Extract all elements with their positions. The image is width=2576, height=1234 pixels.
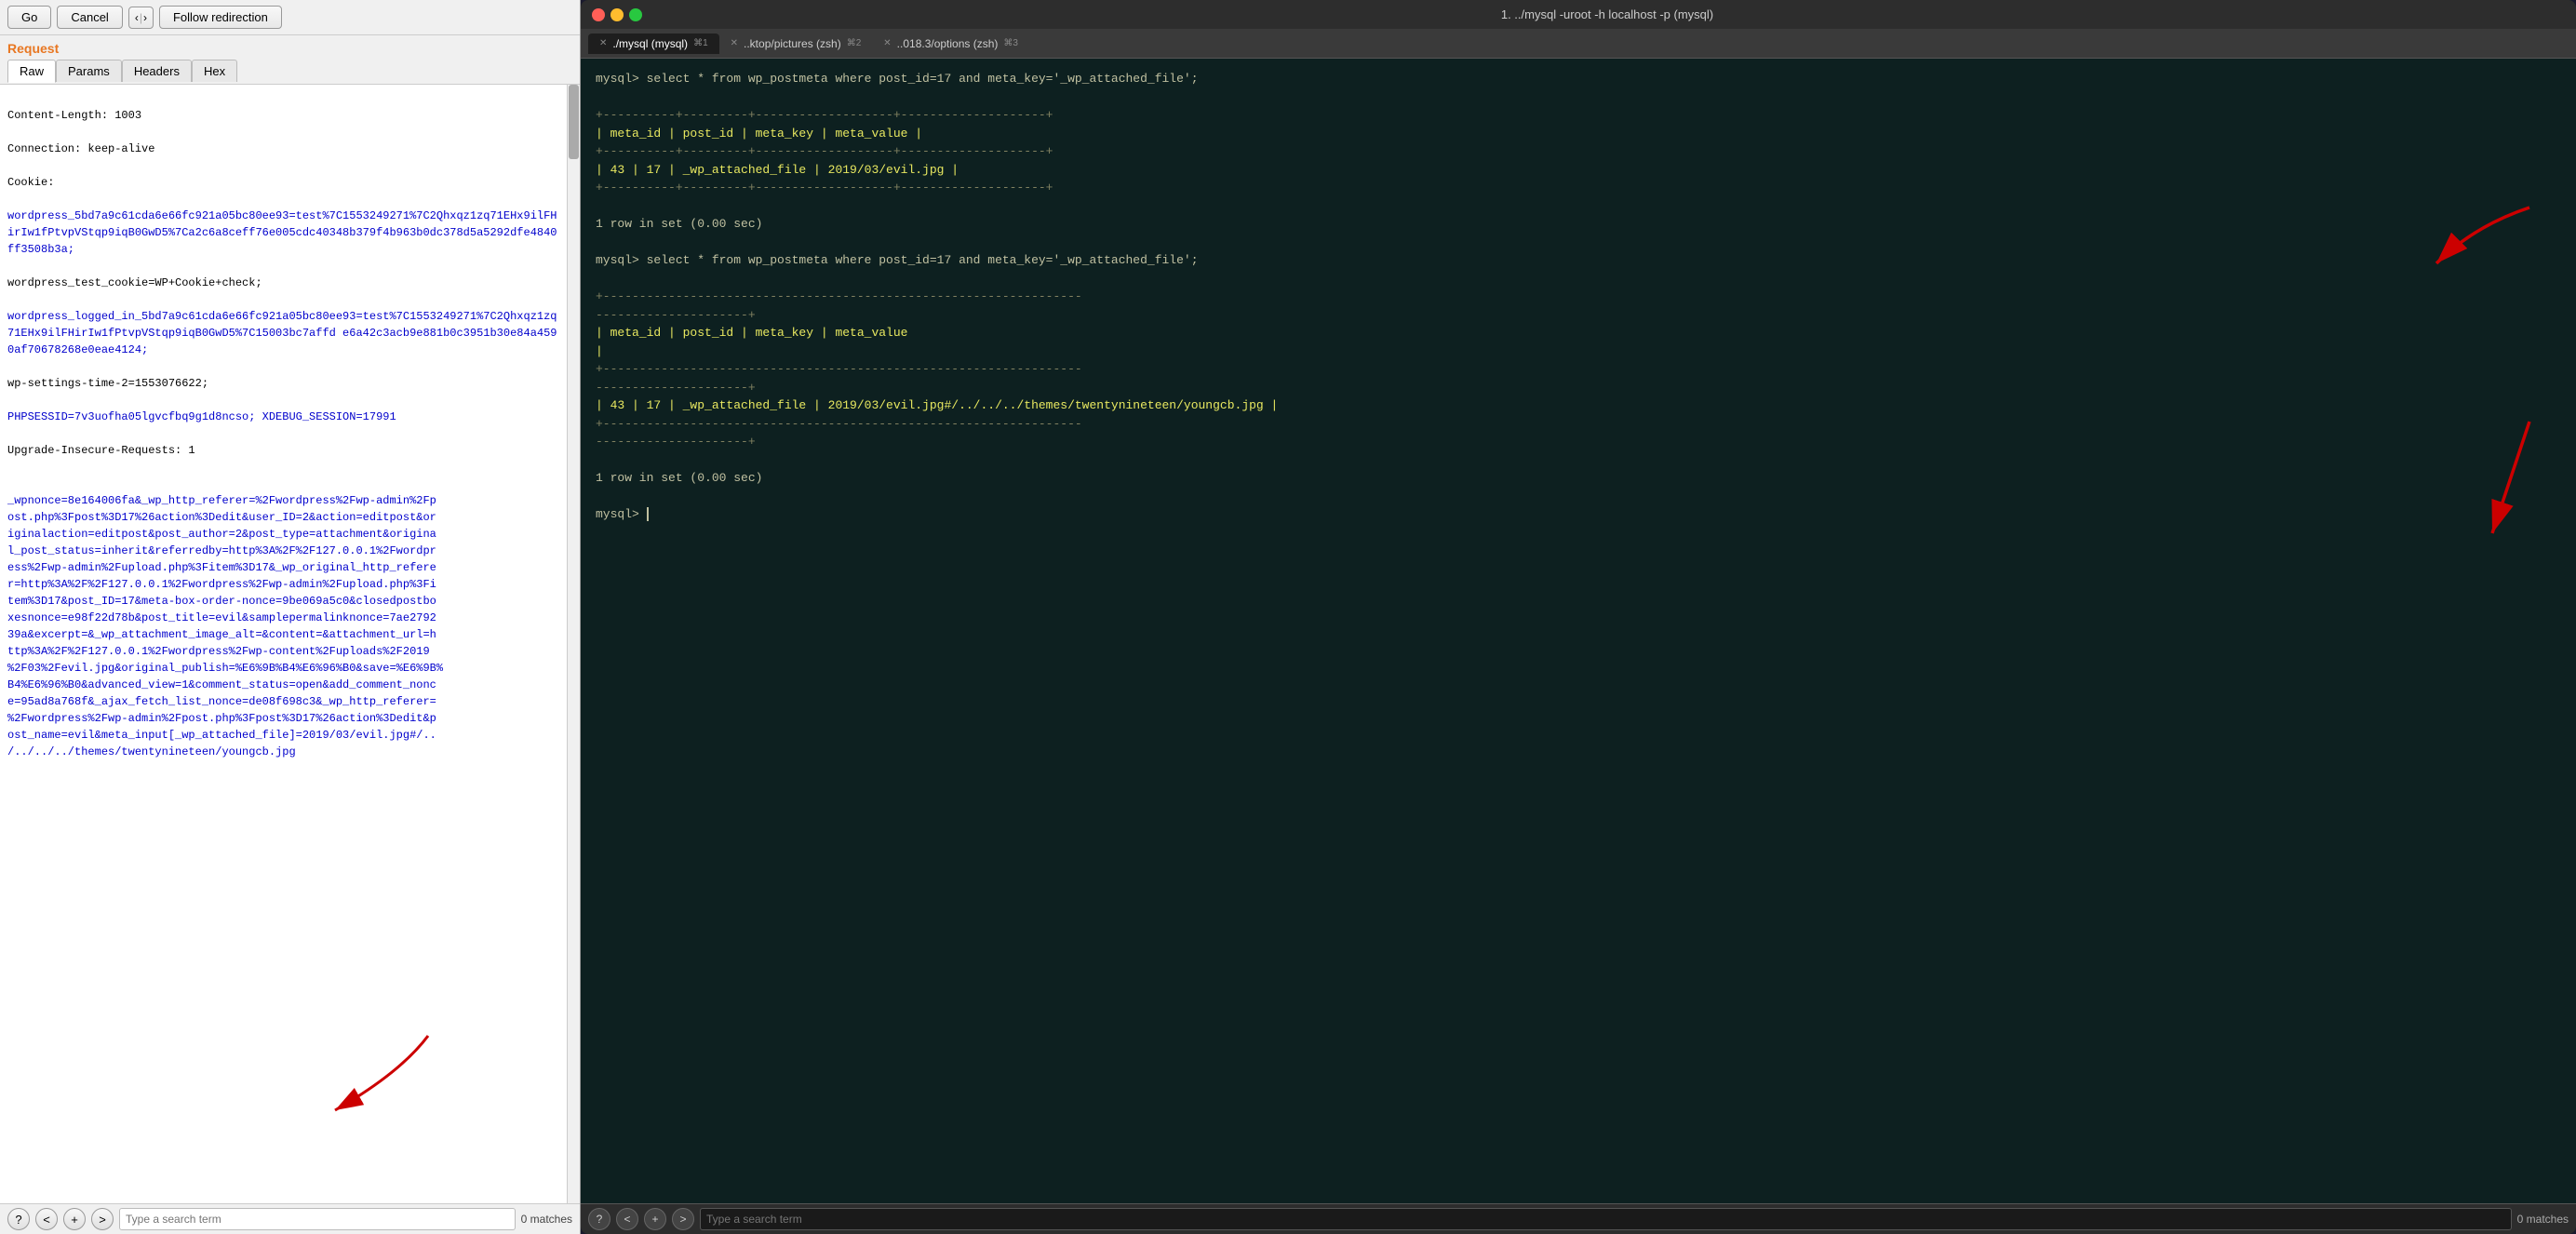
term-blank-2 (596, 197, 2561, 216)
maximize-button-terminal[interactable] (629, 8, 642, 21)
traffic-lights (592, 8, 642, 21)
tab-close-mysql[interactable]: ✕ (599, 38, 607, 48)
term-header-2a: | meta_id | post_id | meta_key | meta_va… (596, 324, 2561, 342)
terminal-titlebar: 1. ../mysql -uroot -h localhost -p (mysq… (581, 0, 2576, 29)
term-sep-2: +----------+---------+------------------… (596, 142, 2561, 161)
search-input-left[interactable] (119, 1208, 516, 1230)
terminal-window: 1. ../mysql -uroot -h localhost -p (mysq… (581, 0, 2576, 1234)
matches-label-right: 0 matches (2517, 1213, 2569, 1226)
term-blank-5 (596, 451, 2561, 470)
term-row-count-1: 1 row in set (0.00 sec) (596, 215, 2561, 234)
help-button-right[interactable]: ? (588, 1208, 610, 1230)
term-tab-options[interactable]: ✕ ..018.3/options (zsh) ⌘3 (872, 34, 1029, 54)
matches-label-left: 0 matches (521, 1213, 572, 1226)
term-line-1: mysql> select * from wp_postmeta where p… (596, 70, 2561, 88)
next-button-left[interactable]: > (91, 1208, 114, 1230)
term-sep-9: ---------------------+ (596, 433, 2561, 451)
term-sep-3: +----------+---------+------------------… (596, 179, 2561, 197)
header-content-length: Content-Length: 1003 (7, 109, 141, 122)
term-sep-4: +---------------------------------------… (596, 288, 2561, 306)
term-line-2: mysql> select * from wp_postmeta where p… (596, 251, 2561, 270)
add-button-left[interactable]: + (63, 1208, 86, 1230)
tab-params[interactable]: Params (56, 60, 122, 82)
term-tab-mysql[interactable]: ✕ ./mysql (mysql) ⌘1 (588, 34, 719, 54)
tab-close-pictures[interactable]: ✕ (731, 38, 738, 48)
prev-button-left[interactable]: < (35, 1208, 58, 1230)
term-header-2b: | (596, 342, 2561, 361)
request-content-area: Content-Length: 1003 Connection: keep-al… (0, 85, 580, 1203)
term-tab-pictures-label: ..ktop/pictures (zsh) (744, 37, 841, 50)
left-panel: Go Cancel ‹ | › Follow redirection Reque… (0, 0, 581, 1234)
term-tab-pictures-key: ⌘2 (847, 38, 862, 48)
tab-hex[interactable]: Hex (192, 60, 237, 82)
term-line-blank-1 (596, 88, 2561, 107)
scrollbar-thumb (569, 85, 579, 159)
next-button-right[interactable]: > (672, 1208, 694, 1230)
header-cookie-label: Cookie: (7, 176, 54, 189)
term-sep-8: +---------------------------------------… (596, 415, 2561, 434)
term-sep-5: ---------------------+ (596, 306, 2561, 325)
term-tab-pictures[interactable]: ✕ ..ktop/pictures (zsh) ⌘2 (719, 34, 873, 54)
term-header-1: | meta_id | post_id | meta_key | meta_va… (596, 125, 2561, 143)
minimize-button-terminal[interactable] (610, 8, 624, 21)
go-button[interactable]: Go (7, 6, 51, 29)
cookie-logged-in: wordpress_logged_in_5bd7a9c61cda6e66fc92… (7, 310, 557, 356)
divider: | (140, 11, 142, 24)
term-prompt: mysql> (596, 505, 2561, 524)
term-sep-1: +----------+---------+------------------… (596, 106, 2561, 125)
left-scrollbar[interactable] (567, 85, 580, 1203)
term-blank-6 (596, 488, 2561, 506)
prev-button-right[interactable]: < (616, 1208, 638, 1230)
search-input-right[interactable] (700, 1208, 2512, 1230)
term-tab-options-key: ⌘3 (1003, 38, 1018, 48)
add-button-right[interactable]: + (644, 1208, 666, 1230)
post-body: _wpnonce=8e164006fa&_wp_http_referer=%2F… (7, 494, 443, 758)
cookie-value-1: wordpress_5bd7a9c61cda6e66fc921a05bc80ee… (7, 209, 557, 256)
tab-close-options[interactable]: ✕ (883, 38, 891, 48)
cancel-button[interactable]: Cancel (57, 6, 122, 29)
term-sep-7: ---------------------+ (596, 379, 2561, 397)
back-arrow: ‹ (135, 11, 139, 24)
terminal-content[interactable]: mysql> select * from wp_postmeta where p… (581, 59, 2576, 1203)
term-tab-mysql-label: ./mysql (mysql) (612, 37, 688, 50)
help-button-left[interactable]: ? (7, 1208, 30, 1230)
term-tab-options-label: ..018.3/options (zsh) (897, 37, 999, 50)
request-tabs-bar: Raw Params Headers Hex (0, 58, 580, 85)
term-sep-6: +---------------------------------------… (596, 360, 2561, 379)
term-blank-3 (596, 234, 2561, 252)
term-row-2: | 43 | 17 | _wp_attached_file | 2019/03/… (596, 396, 2561, 415)
request-label: Request (0, 35, 580, 58)
cookie-test: wordpress_test_cookie=WP+Cookie+check; (7, 276, 262, 289)
term-row-count-2: 1 row in set (0.00 sec) (596, 469, 2561, 488)
term-row-1: | 43 | 17 | _wp_attached_file | 2019/03/… (596, 161, 2561, 180)
cookie-settings: wp-settings-time-2=1553076622; (7, 377, 208, 390)
request-text[interactable]: Content-Length: 1003 Connection: keep-al… (0, 85, 567, 1203)
header-connection: Connection: keep-alive (7, 142, 154, 155)
request-content-wrapper: Content-Length: 1003 Connection: keep-al… (0, 85, 580, 1203)
left-bottom-bar: ? < + > 0 matches (0, 1203, 580, 1234)
forward-arrow: › (143, 11, 147, 24)
terminal-tabs-bar: ✕ ./mysql (mysql) ⌘1 ✕ ..ktop/pictures (… (581, 29, 2576, 59)
left-toolbar: Go Cancel ‹ | › Follow redirection (0, 0, 580, 35)
close-button-terminal[interactable] (592, 8, 605, 21)
terminal-bottom-bar: ? < + > 0 matches (581, 1203, 2576, 1234)
term-tab-mysql-key: ⌘1 (693, 38, 708, 48)
upgrade-insecure: Upgrade-Insecure-Requests: 1 (7, 444, 195, 457)
right-panel: 1. ../mysql -uroot -h localhost -p (mysq… (581, 0, 2576, 1234)
cookie-phpsessid: PHPSESSID=7v3uofha05lgvcfbq9g1d8ncso; XD… (7, 410, 396, 423)
terminal-title: 1. ../mysql -uroot -h localhost -p (mysq… (650, 7, 2565, 21)
follow-redirection-button[interactable]: Follow redirection (159, 6, 282, 29)
tab-raw[interactable]: Raw (7, 60, 56, 83)
back-forward-nav[interactable]: ‹ | › (128, 7, 154, 29)
tab-headers[interactable]: Headers (122, 60, 192, 82)
term-blank-4 (596, 270, 2561, 288)
